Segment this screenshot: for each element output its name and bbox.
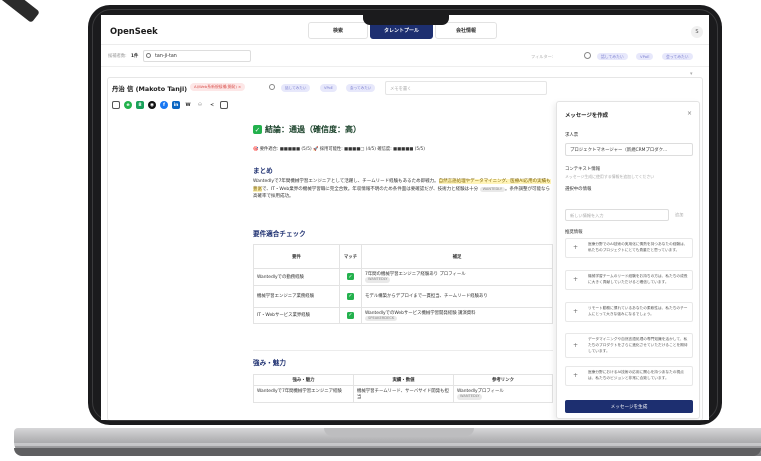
add-tag-icon[interactable] (269, 84, 275, 90)
table-row: 機械学習エンジニア業務経験 ✓ モデル構築からデプロイまで一貫担当、チームリード… (253, 284, 553, 308)
search-icon (146, 53, 151, 58)
score-summary: 🎯 要件適合: ■■■■■ (5/5) 🚀 採用可能性: ■■■■□ (4/5)… (253, 147, 425, 152)
brand-logo[interactable]: OpenSeek (110, 26, 158, 36)
suggested-info-label: 推奨情報 (565, 230, 583, 235)
requirements-table: 要件 マッチ 補足 Wantedlyでの勤務経験 ✓ 7年間の機械学習エンジニア… (253, 244, 553, 324)
camera-notch (363, 14, 449, 25)
source-pill[interactable]: WANTEDLY (457, 394, 483, 400)
filter-chip[interactable]: 話してみたい (597, 53, 628, 60)
source-pill[interactable]: SPEAKERDECK (365, 315, 398, 321)
summary-heading: まとめ (253, 167, 273, 175)
strengths-table: 強み・魅力 実績・数値 参考リンク Wantedlyで7年間機械学習エンジニア経… (253, 374, 553, 403)
github-icon[interactable]: ◉ (148, 101, 156, 109)
chevron-down-icon[interactable]: ▾ (690, 71, 693, 77)
generate-message-button[interactable]: メッセージを生成 (565, 400, 693, 413)
suggestion-item[interactable]: + 医療分野でのAI技術の実用化に情熱を持つあなたの経験は、私たちのプロジェクト… (565, 238, 693, 258)
laptop-mockup-stage: OpenSeek 検索 タレントプール 会社情報 S 候補者数: 1件 tan-… (0, 0, 761, 461)
search-input[interactable]: tan-ji-tan (143, 50, 251, 62)
suggestion-item[interactable]: + 機械学習チームのリード経験をお持ちの方は、私たちの成長に大きく貢献していただ… (565, 270, 693, 290)
candidate-tag[interactable]: AI/Web系新規候補(開発) × (190, 83, 246, 91)
table-row: IT・Webサービス業界経験 ✓ WantedlyでのWebサービス機械学習開発… (253, 306, 553, 324)
plus-icon[interactable]: + (573, 309, 578, 315)
people-icon[interactable]: ⚇ (196, 101, 204, 109)
requirement-cell: Wantedlyでの勤務経験 (253, 268, 340, 286)
share-icon[interactable]: ≺ (208, 101, 216, 109)
candidate-chip[interactable]: VPoE (320, 84, 337, 92)
suggestion-item[interactable]: + データマイニングや自然言語処理の専門知識を活かして、私たちのプロダクトをさら… (565, 333, 693, 359)
summary-part-2: で、IT・Web業界の機械学習職に完全合致。年収情報不明のため条件面は要確認だが… (262, 186, 479, 192)
candidate-count: 1件 (131, 54, 139, 59)
plus-icon[interactable]: + (573, 277, 578, 283)
verdict-text: 結論：通過（確信度：高） (265, 125, 361, 134)
section-divider (253, 350, 553, 351)
column-header: マッチ (339, 244, 362, 269)
filter-label[interactable]: フィルター: (531, 54, 553, 60)
job-select[interactable]: プロジェクトマネージャー（新規CRMプロダク... (565, 143, 693, 156)
note-cell: モデル構築からデプロイまで一貫担当、チームリード経験あり (361, 284, 553, 308)
job-label: 求人票 (565, 133, 579, 138)
chat-icon[interactable] (112, 101, 120, 109)
filter-chip[interactable]: VPoE (636, 53, 654, 60)
requirement-cell: 機械学習エンジニア業務経験 (253, 284, 340, 308)
candidate-chip[interactable]: 話してみたい (281, 84, 311, 92)
gear-icon[interactable] (584, 52, 591, 59)
laptop-base-shadow (14, 448, 761, 456)
tab-search[interactable]: 検索 (308, 22, 368, 39)
column-header: 補足 (361, 244, 553, 269)
memo-field[interactable]: メモを書く (385, 81, 547, 95)
match-check-icon: ✓ (347, 292, 354, 300)
column-header: 実績・数値 (353, 374, 454, 386)
user-avatar[interactable]: S (691, 26, 703, 38)
verdict-heading: ✓ 結論：通過（確信度：高） (253, 124, 361, 135)
suggestion-item[interactable]: + 医療分野におけるAI技術の応用に関心を持つあなたの視点は、私たちのビジョンと… (565, 366, 693, 386)
eight-icon[interactable]: 8 (136, 101, 144, 109)
message-compose-panel: メッセージを作成 × 求人票 プロジェクトマネージャー（新規CRMプロダク...… (556, 101, 700, 419)
lapras-icon[interactable]: e (124, 101, 132, 109)
strengths-heading: 強み・魅力 (253, 359, 286, 367)
candidate-name[interactable]: 丹治 信 (Makoto Tanji) (112, 84, 187, 93)
match-check-icon: ✓ (347, 311, 354, 319)
context-label: コンテキスト情報 (565, 167, 600, 172)
column-header: 参考リンク (453, 374, 553, 386)
panel-title: メッセージを作成 (565, 113, 609, 119)
column-header: 要件 (253, 244, 340, 269)
selected-info-label: 選択中の情報 (565, 187, 592, 192)
strength-cell: Wantedlyで7年間機械学習エンジニア経験 (253, 385, 354, 403)
suggestion-item[interactable]: + リモート勤務に慣れているあなたの柔軟性は、私たちのチームにとって大きな強みに… (565, 302, 693, 322)
plus-icon[interactable]: + (573, 373, 578, 379)
result-cell: 機械学習チームリード、サーバサイド開発も担当 (353, 385, 454, 403)
app-screen: OpenSeek 検索 タレントプール 会社情報 S 候補者数: 1件 tan-… (101, 15, 709, 420)
candidate-chip[interactable]: 会ってみたい (346, 84, 376, 92)
linkedin-icon[interactable]: in (172, 101, 180, 109)
summary-text: Wantedlyで7年間機械学習エンジニアとして活躍し、チームリード経験もあるた… (253, 178, 553, 201)
source-pill[interactable]: WANTEDLY (365, 277, 391, 283)
requirement-cell: IT・Webサービス業界経験 (253, 306, 340, 324)
filter-chip[interactable]: 会ってみたい (662, 53, 693, 60)
new-info-input[interactable]: 新しい情報を入力 (565, 209, 669, 221)
close-icon[interactable]: × (687, 110, 692, 117)
column-header: 強み・魅力 (253, 374, 354, 386)
source-pill[interactable]: WANTEDLY (479, 186, 506, 193)
archive-icon[interactable] (220, 101, 228, 109)
wantedly-icon[interactable]: W (184, 101, 192, 109)
decorative-corner-stroke (0, 0, 40, 23)
search-row: 候補者数: 1件 tan-ji-tan フィルター: 話してみたい VPoE 会… (101, 45, 709, 67)
match-check-icon: ✓ (347, 273, 354, 281)
note-cell: WantedlyでのWebサービス機械学習開発経験 講演資料 (365, 310, 476, 316)
summary-part-1: Wantedlyで7年間機械学習エンジニアとして活躍し、チームリード経験もあるた… (253, 179, 439, 184)
table-row: Wantedlyでの勤務経験 ✓ 7年間の機械学習エンジニア経験あり プロフィー… (253, 268, 553, 286)
plus-icon[interactable]: + (573, 245, 578, 251)
check-icon: ✓ (253, 125, 262, 134)
add-button[interactable]: 追加 (675, 212, 683, 218)
context-hint: メッセージ生成に使用する情報を追加してください (565, 174, 655, 179)
plus-icon[interactable]: + (573, 342, 578, 349)
laptop-opening-notch (324, 428, 474, 436)
facebook-icon[interactable]: f (160, 101, 168, 109)
table-row: Wantedlyで7年間機械学習エンジニア経験 機械学習チームリード、サーバサイ… (253, 385, 553, 403)
laptop-base-highlight (14, 443, 761, 446)
candidate-count-label: 候補者数: (108, 54, 127, 59)
requirements-heading: 要件適合チェック (253, 230, 306, 238)
